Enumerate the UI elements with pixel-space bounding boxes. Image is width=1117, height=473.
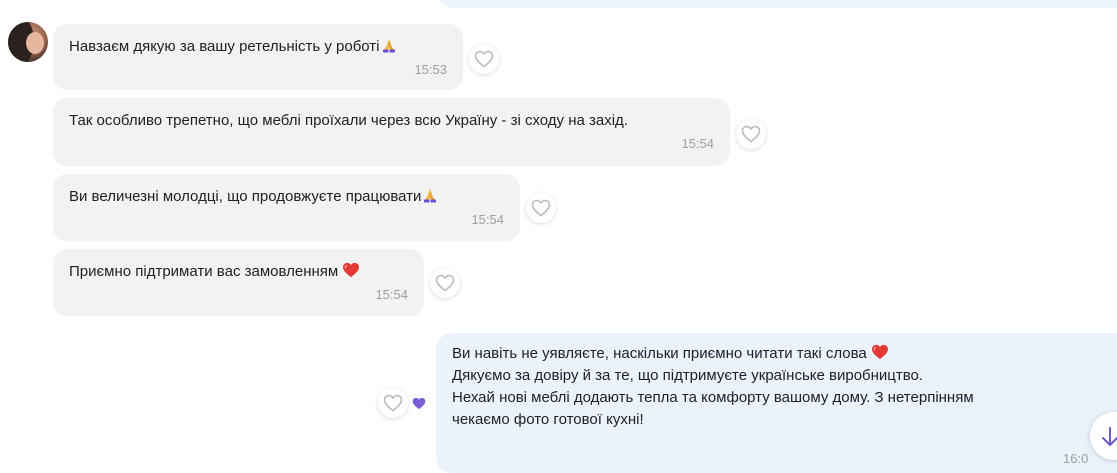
message-line: Дякуємо за довіру й за те, що підтримуєт… xyxy=(452,367,924,384)
incoming-message[interactable]: Ви величезні молодці, що продовжуєте пра… xyxy=(53,174,520,241)
outgoing-message[interactable]: Ви навіть не уявляєте, наскільки приємно… xyxy=(436,333,1117,473)
pray-icon xyxy=(424,189,437,203)
message-time: 15:54 xyxy=(375,287,408,302)
heart-outline-icon xyxy=(531,199,551,217)
react-heart-button[interactable] xyxy=(736,119,766,149)
message-time: 15:54 xyxy=(471,212,504,227)
heart-outline-icon xyxy=(435,274,455,292)
heart-outline-icon xyxy=(474,50,494,68)
heart-outline-icon xyxy=(383,394,403,412)
message-time: 15:54 xyxy=(681,136,714,151)
message-line: Нехай нові меблі додають тепла та комфор… xyxy=(452,389,974,406)
react-heart-button[interactable] xyxy=(469,44,499,74)
message-time: 15:53 xyxy=(414,62,447,77)
incoming-message[interactable]: Так особливо трепетно, що меблі проїхали… xyxy=(53,98,730,166)
message-text: Навзаєм дякую за вашу ретельність у робо… xyxy=(69,36,447,58)
message-text: Так особливо трепетно, що меблі проїхали… xyxy=(69,112,628,129)
react-heart-button[interactable] xyxy=(526,193,556,223)
pray-icon xyxy=(382,39,395,53)
previous-outgoing-bubble xyxy=(436,0,1117,8)
incoming-message[interactable]: Приємно підтримати вас замовленням 15:54 xyxy=(53,249,424,316)
react-heart-button[interactable] xyxy=(430,268,460,298)
message-line: чекаємо фото готової кухні! xyxy=(452,411,644,428)
message-text: Приємно підтримати вас замовленням xyxy=(69,261,408,283)
contact-avatar[interactable] xyxy=(8,22,48,62)
message-time: 16:0 xyxy=(1063,451,1089,466)
red-heart-icon xyxy=(343,262,360,278)
message-line: Ви навіть не уявляєте, наскільки приємно… xyxy=(452,343,1117,365)
heart-outline-icon xyxy=(741,125,761,143)
react-heart-button[interactable] xyxy=(378,388,408,418)
red-heart-icon xyxy=(871,344,888,360)
purple-heart-icon xyxy=(412,397,426,410)
message-text: Ви величезні молодці, що продовжуєте пра… xyxy=(69,186,504,208)
chat-thread: Навзаєм дякую за вашу ретельність у робо… xyxy=(0,0,1117,473)
arrow-down-icon xyxy=(1102,427,1117,446)
incoming-message[interactable]: Навзаєм дякую за вашу ретельність у робо… xyxy=(53,24,463,90)
